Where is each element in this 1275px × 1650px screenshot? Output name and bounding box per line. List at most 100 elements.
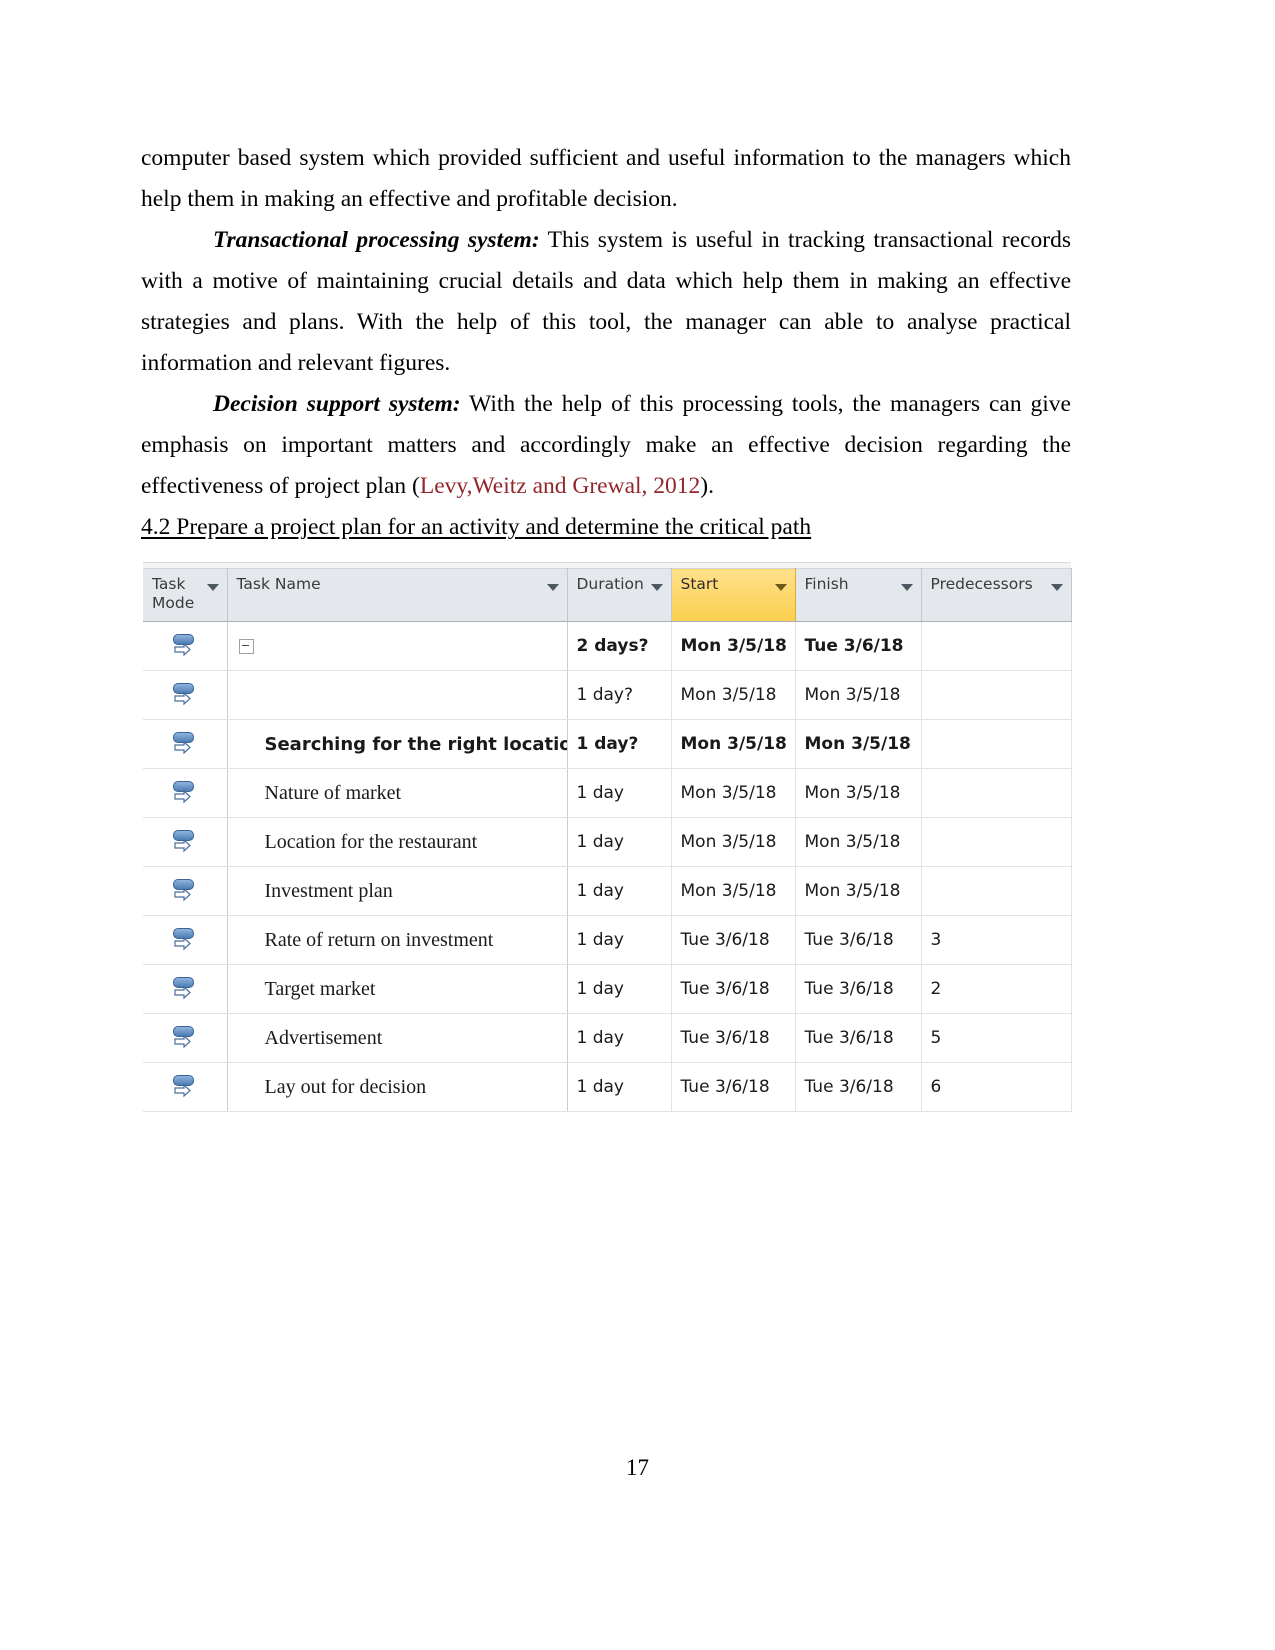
cell-finish-date[interactable]: Mon 3/5/18: [795, 817, 922, 867]
cell-duration[interactable]: 1 day: [567, 817, 672, 867]
cell-duration[interactable]: 1 day: [567, 1013, 672, 1063]
cell-task-mode[interactable]: [143, 670, 228, 720]
cell-finish-date[interactable]: Tue 3/6/18: [795, 1013, 922, 1063]
cell-finish-date[interactable]: Mon 3/5/18: [795, 719, 922, 769]
cell-predecessors[interactable]: [921, 670, 1072, 720]
table-row[interactable]: Target market 1 day Tue 3/6/18 Tue 3/6/18 2: [143, 964, 1072, 1014]
table-row[interactable]: Advertisement 1 day Tue 3/6/18 Tue 3/6/18 5: [143, 1013, 1072, 1063]
auto-scheduled-icon: [172, 731, 198, 757]
task-name-label: Target market: [264, 977, 376, 1000]
cell-task-mode[interactable]: [143, 1062, 228, 1112]
project-plan-table: Task Mode Task Name Duration Start Finis…: [143, 568, 1072, 1112]
cell-predecessors[interactable]: 2: [921, 964, 1072, 1014]
chevron-down-icon[interactable]: [774, 584, 787, 591]
auto-scheduled-icon: [172, 829, 198, 855]
cell-predecessors[interactable]: [921, 719, 1072, 769]
cell-finish-date[interactable]: Tue 3/6/18: [795, 964, 922, 1014]
cell-start-date[interactable]: Mon 3/5/18: [671, 719, 796, 769]
table-row[interactable]: Lay out for decision 1 day Tue 3/6/18 Tue 3…: [143, 1062, 1072, 1112]
table-body: 2 days? Mon 3/5/18 Tue 3/6/18 1 day? Mon 3/5…: [143, 621, 1072, 1112]
column-header-task-mode-label: Task Mode: [152, 575, 195, 612]
cell-finish-date[interactable]: Tue 3/6/18: [795, 621, 922, 671]
cell-start-date[interactable]: Tue 3/6/18: [671, 1013, 796, 1063]
chevron-down-icon[interactable]: [900, 584, 913, 591]
paragraph-3-text-after: ).: [700, 473, 714, 499]
column-header-task-mode[interactable]: Task Mode: [143, 568, 228, 622]
cell-duration[interactable]: 1 day: [567, 915, 672, 965]
cell-start-date[interactable]: Mon 3/5/18: [671, 621, 796, 671]
task-name-label: Rate of return on investment: [264, 928, 494, 951]
chevron-down-icon[interactable]: [650, 584, 663, 591]
cell-start-date[interactable]: Mon 3/5/18: [671, 670, 796, 720]
chevron-down-icon[interactable]: [1050, 584, 1063, 591]
cell-duration[interactable]: 1 day: [567, 1062, 672, 1112]
table-row[interactable]: Location for the restaurant 1 day Mon 3/5/…: [143, 817, 1072, 867]
cell-predecessors[interactable]: 6: [921, 1062, 1072, 1112]
cell-task-mode[interactable]: [143, 817, 228, 867]
cell-finish-date[interactable]: Mon 3/5/18: [795, 670, 922, 720]
cell-task-name[interactable]: [227, 670, 568, 720]
table-row[interactable]: 1 day? Mon 3/5/18 Mon 3/5/18: [143, 670, 1072, 720]
column-header-finish-label: Finish: [804, 575, 849, 593]
cell-duration[interactable]: 1 day: [567, 866, 672, 916]
column-header-duration-label: Duration: [576, 575, 644, 593]
cell-finish-date[interactable]: Mon 3/5/18: [795, 768, 922, 818]
cell-task-name[interactable]: Location for the restaurant: [227, 817, 568, 867]
cell-task-mode[interactable]: [143, 1013, 228, 1063]
auto-scheduled-icon: [172, 1074, 198, 1100]
cell-task-name[interactable]: Searching for the right location: [227, 719, 568, 769]
column-header-duration[interactable]: Duration: [567, 568, 672, 622]
cell-start-date[interactable]: Tue 3/6/18: [671, 915, 796, 965]
collapse-minus-icon[interactable]: [238, 638, 254, 654]
auto-scheduled-icon: [172, 1025, 198, 1051]
cell-task-name[interactable]: Nature of market: [227, 768, 568, 818]
table-row[interactable]: 2 days? Mon 3/5/18 Tue 3/6/18: [143, 621, 1072, 671]
table-row[interactable]: Nature of market 1 day Mon 3/5/18 Mon 3/5/1…: [143, 768, 1072, 818]
cell-start-date[interactable]: Mon 3/5/18: [671, 866, 796, 916]
cell-predecessors[interactable]: [921, 768, 1072, 818]
cell-predecessors[interactable]: [921, 866, 1072, 916]
column-header-finish[interactable]: Finish: [795, 568, 922, 622]
cell-task-mode[interactable]: [143, 768, 228, 818]
section-subheading: 4.2 Prepare a project plan for an activi…: [141, 514, 812, 540]
table-row[interactable]: Investment plan 1 day Mon 3/5/18 Mon 3/5/18: [143, 866, 1072, 916]
cell-task-name[interactable]: Lay out for decision: [227, 1062, 568, 1112]
cell-task-mode[interactable]: [143, 719, 228, 769]
cell-duration[interactable]: 2 days?: [567, 621, 672, 671]
cell-start-date[interactable]: Tue 3/6/18: [671, 964, 796, 1014]
cell-task-name[interactable]: Advertisement: [227, 1013, 568, 1063]
cell-duration[interactable]: 1 day: [567, 964, 672, 1014]
cell-predecessors[interactable]: [921, 621, 1072, 671]
cell-duration[interactable]: 1 day: [567, 768, 672, 818]
cell-task-name[interactable]: [227, 621, 568, 671]
column-header-predecessors[interactable]: Predecessors: [921, 568, 1072, 622]
cell-task-mode[interactable]: [143, 964, 228, 1014]
cell-start-date[interactable]: Mon 3/5/18: [671, 817, 796, 867]
table-row[interactable]: Rate of return on investment 1 day Tue 3/6…: [143, 915, 1072, 965]
cell-predecessors[interactable]: [921, 817, 1072, 867]
cell-task-name[interactable]: Investment plan: [227, 866, 568, 916]
chevron-down-icon[interactable]: [546, 584, 559, 591]
table-header-row: Task Mode Task Name Duration Start Finis…: [143, 568, 1072, 622]
cell-predecessors[interactable]: 3: [921, 915, 1072, 965]
cell-task-name[interactable]: Target market: [227, 964, 568, 1014]
column-header-task-name[interactable]: Task Name: [227, 568, 568, 622]
page-number: 17: [626, 1455, 649, 1480]
cell-task-mode[interactable]: [143, 866, 228, 916]
cell-finish-date[interactable]: Mon 3/5/18: [795, 866, 922, 916]
cell-task-mode[interactable]: [143, 915, 228, 965]
table-row[interactable]: Searching for the right location 1 day? Mo…: [143, 719, 1072, 769]
chevron-down-icon[interactable]: [206, 584, 219, 591]
citation-reference: Levy,Weitz and Grewal, 2012: [419, 473, 701, 499]
paragraph-3-lead: Decision support system:: [213, 391, 461, 417]
cell-duration[interactable]: 1 day?: [567, 719, 672, 769]
cell-task-name[interactable]: Rate of return on investment: [227, 915, 568, 965]
cell-start-date[interactable]: Mon 3/5/18: [671, 768, 796, 818]
cell-finish-date[interactable]: Tue 3/6/18: [795, 1062, 922, 1112]
cell-start-date[interactable]: Tue 3/6/18: [671, 1062, 796, 1112]
cell-finish-date[interactable]: Tue 3/6/18: [795, 915, 922, 965]
cell-task-mode[interactable]: [143, 621, 228, 671]
cell-duration[interactable]: 1 day?: [567, 670, 672, 720]
column-header-start[interactable]: Start: [670, 568, 796, 622]
cell-predecessors[interactable]: 5: [921, 1013, 1072, 1063]
